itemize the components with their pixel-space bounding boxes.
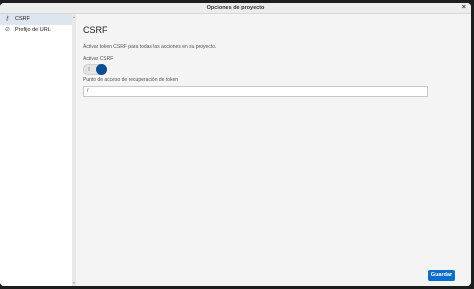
csrf-toggle[interactable]: ▯ bbox=[83, 64, 107, 75]
sidebar-item-label: Prefijo de URL bbox=[15, 27, 51, 33]
toggle-knob bbox=[96, 64, 107, 75]
csrf-description: Activar token CSRF para todas las accion… bbox=[83, 44, 217, 50]
sidebar-item-csrf[interactable]: ⚷ CSRF bbox=[0, 14, 72, 25]
dialog-title: Opciones de proyecto bbox=[206, 5, 265, 11]
csrf-toggle-label: Activar CSRF bbox=[83, 56, 114, 62]
sidebar: ⚷ CSRF ⊘ Prefijo de URL bbox=[0, 14, 73, 286]
close-icon[interactable]: × bbox=[462, 4, 466, 12]
page-title: CSRF bbox=[83, 25, 108, 35]
toggle-check-icon: ▯ bbox=[88, 66, 91, 71]
sidebar-scrollbar[interactable]: ▲ ▼ bbox=[72, 14, 76, 286]
sidebar-item-label: CSRF bbox=[15, 16, 30, 22]
link-icon: ⊘ bbox=[5, 27, 11, 33]
project-options-dialog: Opciones de proyecto × ⚷ CSRF ⊘ Prefijo … bbox=[0, 3, 471, 286]
save-button[interactable]: Guardar bbox=[428, 270, 455, 281]
sidebar-item-url-prefix[interactable]: ⊘ Prefijo de URL bbox=[0, 25, 72, 36]
key-icon: ⚷ bbox=[5, 16, 10, 22]
main-panel: CSRF Activar token CSRF para todas las a… bbox=[77, 14, 471, 286]
endpoint-input[interactable] bbox=[83, 86, 428, 97]
endpoint-label: Punto de acceso de recuperación de token bbox=[83, 77, 179, 83]
scroll-up-icon[interactable]: ▲ bbox=[72, 15, 76, 19]
scroll-down-icon[interactable]: ▼ bbox=[72, 281, 76, 285]
title-bar: Opciones de proyecto × bbox=[0, 3, 471, 14]
